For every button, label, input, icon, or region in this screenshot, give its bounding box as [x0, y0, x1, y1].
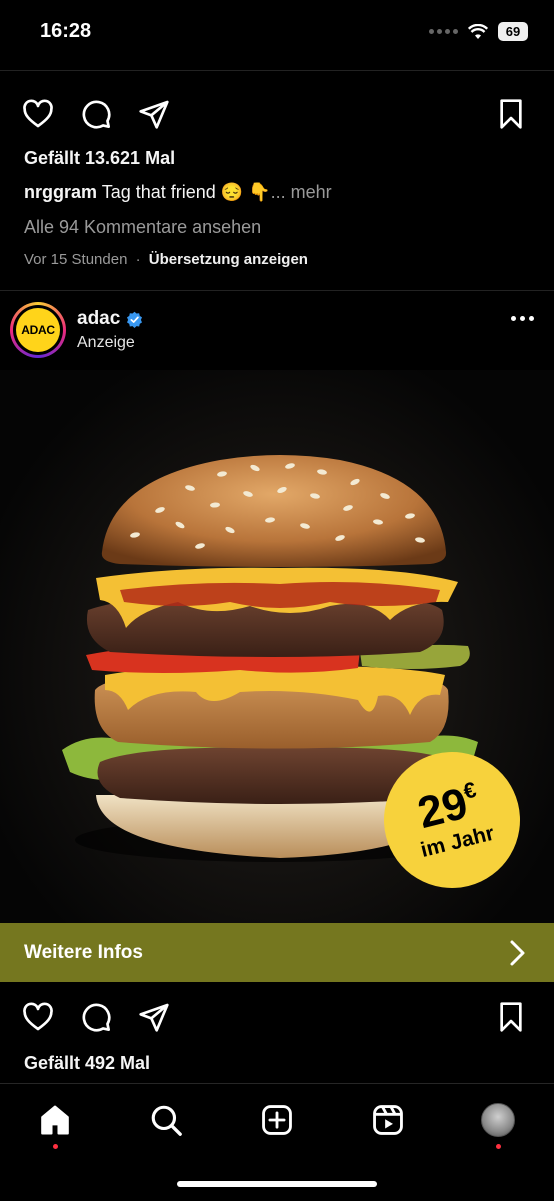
heart-icon: [23, 99, 53, 128]
status-time: 16:28: [40, 20, 92, 42]
more-dot-icon: [511, 316, 516, 321]
create-icon: [262, 1105, 292, 1135]
view-comments-link[interactable]: Alle 94 Kommentare ansehen: [24, 217, 261, 238]
header-divider: [0, 70, 554, 71]
cta-label: Weitere Infos: [24, 941, 143, 963]
post-actions: [20, 96, 172, 132]
caption-text: Tag that friend 😔 👇: [101, 182, 271, 202]
share-button[interactable]: [136, 96, 172, 132]
adac-logo: ADAC: [16, 308, 60, 352]
wifi-icon: [468, 23, 488, 39]
reels-icon: [373, 1105, 403, 1135]
comment-button[interactable]: [78, 96, 114, 132]
notification-dot: [496, 1144, 501, 1149]
battery-indicator: 69: [498, 22, 528, 41]
tab-search[interactable]: [146, 1100, 186, 1140]
account-name[interactable]: adac: [77, 308, 120, 330]
tab-home[interactable]: [35, 1100, 75, 1140]
bookmark-icon: [500, 1002, 522, 1032]
home-icon: [41, 1105, 69, 1135]
bookmark-icon: [500, 99, 522, 129]
signal-icon: [429, 29, 458, 34]
tab-create[interactable]: [257, 1100, 297, 1140]
ad-likes[interactable]: Gefällt 492 Mal: [24, 1053, 150, 1074]
ad-account[interactable]: adac: [77, 308, 143, 330]
save-button[interactable]: [493, 999, 529, 1035]
status-indicators: 69: [429, 22, 528, 41]
share-icon: [139, 1003, 169, 1032]
like-button[interactable]: [20, 999, 56, 1035]
comment-icon: [82, 100, 111, 129]
caption-more-link[interactable]: ... mehr: [271, 182, 332, 202]
translate-link[interactable]: Übersetzung anzeigen: [149, 251, 308, 268]
caption-username[interactable]: nrggram: [24, 182, 97, 202]
avatar[interactable]: ADAC: [10, 302, 66, 358]
post-caption: nrggram Tag that friend 😔 👇... mehr: [24, 182, 332, 203]
comment-button[interactable]: [78, 999, 114, 1035]
post-likes[interactable]: Gefällt 13.621 Mal: [24, 148, 175, 169]
more-options-button[interactable]: [511, 316, 534, 321]
notification-dot: [53, 1144, 58, 1149]
share-icon: [139, 100, 169, 129]
post-divider: [0, 290, 554, 291]
home-indicator: [177, 1181, 377, 1187]
ad-actions: [20, 999, 172, 1035]
verified-badge-icon: [127, 311, 143, 328]
like-button[interactable]: [20, 96, 56, 132]
profile-avatar: [481, 1103, 515, 1137]
comment-icon: [82, 1003, 111, 1032]
meta-separator: ·: [135, 251, 141, 268]
save-button[interactable]: [493, 96, 529, 132]
sponsored-label: Anzeige: [77, 334, 135, 351]
more-dot-icon: [529, 316, 534, 321]
post-timestamp: Vor 15 Stunden: [24, 251, 128, 268]
tab-reels[interactable]: [368, 1100, 408, 1140]
more-dot-icon: [520, 316, 525, 321]
share-button[interactable]: [136, 999, 172, 1035]
post-meta: Vor 15 Stunden · Übersetzung anzeigen: [24, 251, 308, 268]
heart-icon: [23, 1002, 53, 1031]
cta-button[interactable]: Weitere Infos: [0, 923, 554, 982]
tab-profile[interactable]: [478, 1100, 518, 1140]
chevron-right-icon: [510, 940, 525, 965]
search-icon: [151, 1105, 182, 1136]
